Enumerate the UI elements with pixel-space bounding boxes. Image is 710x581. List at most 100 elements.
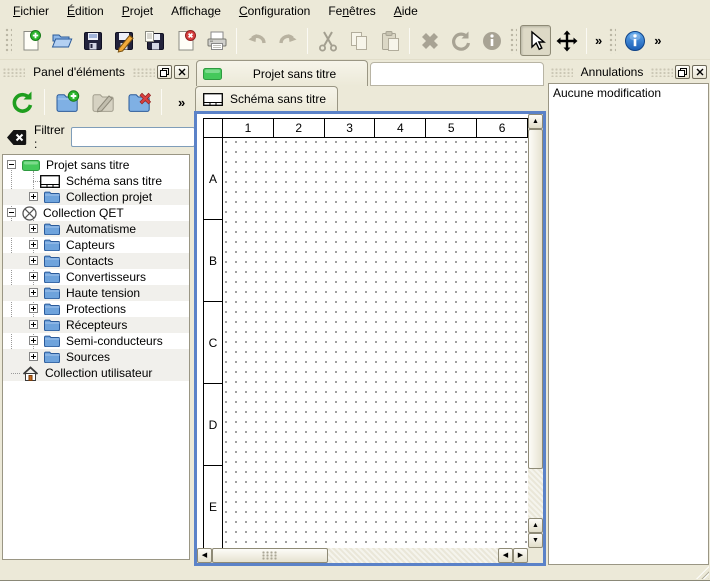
reload-collections-button[interactable]	[4, 85, 40, 119]
scroll-right-button[interactable]: ▶	[513, 548, 528, 563]
scroll-left-button[interactable]: ◀	[498, 548, 513, 563]
dock-titlebar-texture	[651, 68, 673, 77]
tree-expand-button[interactable]	[29, 320, 38, 329]
tree-item-contacts[interactable]: Contacts	[3, 253, 189, 269]
menu-fenetres[interactable]: Fenêtres	[319, 1, 384, 21]
scroll-down-button[interactable]: ▼	[528, 533, 543, 548]
open-file-button[interactable]	[46, 25, 77, 56]
folder-icon	[44, 223, 60, 235]
undo-button[interactable]	[241, 25, 272, 56]
delete-button[interactable]	[414, 25, 445, 56]
tree-expand-button[interactable]	[29, 256, 38, 265]
menu-edition[interactable]: Édition	[58, 1, 113, 21]
new-category-button[interactable]	[49, 85, 85, 119]
tab-project[interactable]: Projet sans titre	[196, 60, 368, 86]
rotate-button[interactable]	[445, 25, 476, 56]
open-folder-icon	[50, 29, 74, 53]
close-panel-button[interactable]	[692, 65, 707, 79]
tree-expand-button[interactable]	[29, 304, 38, 313]
clear-filter-icon[interactable]	[6, 129, 27, 146]
tree-expand-button[interactable]	[29, 352, 38, 361]
toolbar-overflow-button[interactable]: »	[591, 33, 606, 48]
diagram-view[interactable]: 1 2 3 4 5 6 A B C D E	[194, 111, 546, 566]
pointer-icon	[524, 29, 548, 53]
tree-item-automatisme[interactable]: Automatisme	[3, 221, 189, 237]
delete-category-button[interactable]	[121, 85, 157, 119]
move-tool-button[interactable]	[551, 25, 582, 56]
scroll-left-button[interactable]: ◀	[197, 548, 212, 563]
tree-item-project[interactable]: Projet sans titre	[3, 157, 189, 173]
toolbar-overflow-button[interactable]: »	[650, 33, 665, 48]
tree-collapse-button[interactable]	[7, 208, 16, 217]
diagram-info-button[interactable]	[619, 25, 650, 56]
toolbar-handle[interactable]	[5, 28, 12, 54]
horizontal-scrollbar[interactable]: ◀ ◀ ▶	[197, 548, 528, 563]
tree-item-recepteurs[interactable]: Récepteurs	[3, 317, 189, 333]
tree-item-semi-conducteurs[interactable]: Semi-conducteurs	[3, 333, 189, 349]
scroll-up-button[interactable]: ▲	[528, 114, 543, 129]
menu-fichier[interactable]: Fichier	[4, 1, 58, 21]
float-panel-button[interactable]	[675, 65, 690, 79]
save-as-button[interactable]	[108, 25, 139, 56]
tree-expand-button[interactable]	[29, 224, 38, 233]
tree-expand-button[interactable]	[29, 336, 38, 345]
scroll-up-button[interactable]: ▲	[528, 518, 543, 533]
panel-toolbar-overflow-button[interactable]: »	[174, 95, 189, 110]
tab-diagram[interactable]: Schéma sans titre	[195, 86, 338, 111]
close-panel-button[interactable]	[174, 65, 189, 79]
select-tool-button[interactable]	[520, 25, 551, 56]
close-file-button[interactable]	[170, 25, 201, 56]
copy-button[interactable]	[343, 25, 374, 56]
filter-input[interactable]	[71, 127, 195, 147]
tree-item-haute-tension[interactable]: Haute tension	[3, 285, 189, 301]
print-button[interactable]	[201, 25, 232, 56]
menu-aide[interactable]: Aide	[385, 1, 427, 21]
save-all-button[interactable]	[139, 25, 170, 56]
tree-item-convertisseurs[interactable]: Convertisseurs	[3, 269, 189, 285]
tree-collapse-button[interactable]	[7, 160, 16, 169]
menu-configuration[interactable]: Configuration	[230, 1, 319, 21]
tree-item-protections[interactable]: Protections	[3, 301, 189, 317]
toolbar-handle[interactable]	[609, 28, 616, 54]
tab-bar-empty-space	[370, 62, 544, 86]
float-panel-button[interactable]	[157, 65, 172, 79]
move-arrows-icon	[555, 29, 579, 53]
element-info-button[interactable]	[476, 25, 507, 56]
tree-item-collection-utilisateur[interactable]: Collection utilisateur	[3, 365, 189, 381]
undo-history-list[interactable]: Aucune modification	[548, 83, 709, 565]
diagram-canvas[interactable]: 1 2 3 4 5 6 A B C D E	[197, 114, 528, 548]
undo-icon	[245, 29, 269, 53]
column-header: 3	[325, 119, 376, 137]
undo-panel-titlebar[interactable]: Annulations	[548, 62, 710, 82]
edit-category-button[interactable]	[85, 85, 121, 119]
elements-panel-titlebar[interactable]: Panel d'éléments	[0, 62, 192, 82]
vertical-scrollbar[interactable]: ▲ ▲ ▼	[528, 114, 543, 548]
tree-expand-button[interactable]	[29, 272, 38, 281]
diagram-icon	[40, 175, 60, 188]
project-icon	[203, 68, 222, 80]
save-button[interactable]	[77, 25, 108, 56]
menu-affichage[interactable]: Affichage	[162, 1, 230, 21]
paste-button[interactable]	[374, 25, 405, 56]
new-file-button[interactable]	[15, 25, 46, 56]
dock-titlebar-texture	[133, 68, 155, 77]
horizontal-scrollbar-thumb[interactable]	[212, 548, 328, 563]
tree-item-capteurs[interactable]: Capteurs	[3, 237, 189, 253]
tree-expand-button[interactable]	[29, 240, 38, 249]
vertical-scrollbar-thumb[interactable]	[528, 129, 543, 469]
column-header: 2	[274, 119, 325, 137]
row-header: C	[204, 302, 222, 384]
tree-item-collection-qet[interactable]: Collection QET	[3, 205, 189, 221]
tree-item-diagram[interactable]: Schéma sans titre	[3, 173, 189, 189]
tree-item-sources[interactable]: Sources	[3, 349, 189, 365]
tree-guide	[33, 181, 42, 182]
redo-button[interactable]	[272, 25, 303, 56]
scissors-icon	[316, 29, 340, 53]
menu-projet[interactable]: Projet	[113, 1, 162, 21]
tree-expand-button[interactable]	[29, 192, 38, 201]
cut-button[interactable]	[312, 25, 343, 56]
toolbar-handle[interactable]	[510, 28, 517, 54]
tree-item-collection-projet[interactable]: Collection projet	[3, 189, 189, 205]
resize-grip[interactable]	[696, 566, 709, 579]
tree-expand-button[interactable]	[29, 288, 38, 297]
